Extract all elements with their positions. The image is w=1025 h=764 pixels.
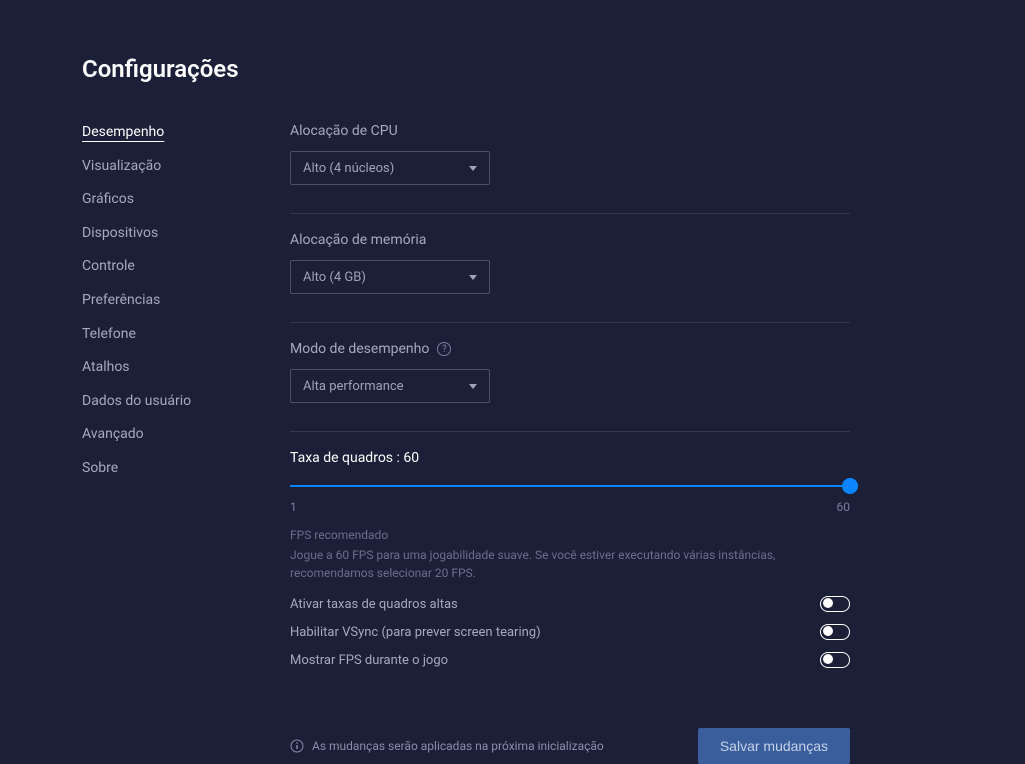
- page-title: Configurações: [82, 55, 945, 83]
- fps-reco-title: FPS recomendado: [290, 528, 850, 542]
- perfmode-label: Modo de desempenho: [290, 341, 429, 357]
- divider: [290, 322, 850, 323]
- sidebar: Desempenho Visualização Gráficos Disposi…: [82, 123, 232, 764]
- chevron-down-icon: [469, 384, 477, 389]
- toggle-knob: [823, 598, 833, 608]
- sidebar-item-controle[interactable]: Controle: [82, 257, 232, 277]
- fps-max: 60: [837, 500, 851, 514]
- toggle-knob: [823, 626, 833, 636]
- toggle-high-fps-label: Ativar taxas de quadros altas: [290, 597, 458, 612]
- memory-select[interactable]: Alto (4 GB): [290, 260, 490, 294]
- slider-track: [290, 485, 850, 487]
- toggle-vsync-label: Habilitar VSync (para prever screen tear…: [290, 625, 541, 640]
- chevron-down-icon: [469, 275, 477, 280]
- sidebar-item-preferencias[interactable]: Preferências: [82, 291, 232, 311]
- sidebar-item-dados-usuario[interactable]: Dados do usuário: [82, 392, 232, 412]
- divider: [290, 431, 850, 432]
- toggle-show-fps[interactable]: [820, 652, 850, 668]
- toggle-show-fps-label: Mostrar FPS durante o jogo: [290, 653, 448, 668]
- sidebar-item-dispositivos[interactable]: Dispositivos: [82, 224, 232, 244]
- divider: [290, 213, 850, 214]
- chevron-down-icon: [469, 166, 477, 171]
- memory-label: Alocação de memória: [290, 232, 850, 248]
- slider-thumb[interactable]: [842, 478, 858, 494]
- cpu-select[interactable]: Alto (4 núcleos): [290, 151, 490, 185]
- toggle-knob: [823, 654, 833, 664]
- toggle-high-fps[interactable]: [820, 596, 850, 612]
- sidebar-item-graficos[interactable]: Gráficos: [82, 190, 232, 210]
- sidebar-item-atalhos[interactable]: Atalhos: [82, 358, 232, 378]
- perfmode-select-value: Alta performance: [303, 379, 404, 394]
- fps-label: Taxa de quadros : 60: [290, 450, 850, 466]
- footer-note-text: As mudanças serão aplicadas na próxima i…: [312, 739, 604, 753]
- info-icon: [290, 739, 304, 753]
- help-icon[interactable]: ?: [437, 342, 451, 356]
- sidebar-item-avancado[interactable]: Avançado: [82, 425, 232, 445]
- save-button[interactable]: Salvar mudanças: [698, 728, 850, 764]
- sidebar-item-visualizacao[interactable]: Visualização: [82, 157, 232, 177]
- perfmode-select[interactable]: Alta performance: [290, 369, 490, 403]
- fps-slider[interactable]: [290, 476, 850, 496]
- fps-reco-text: Jogue a 60 FPS para uma jogabilidade sua…: [290, 546, 850, 582]
- cpu-select-value: Alto (4 núcleos): [303, 161, 394, 176]
- cpu-label: Alocação de CPU: [290, 123, 850, 139]
- memory-select-value: Alto (4 GB): [303, 270, 366, 285]
- main-panel: Alocação de CPU Alto (4 núcleos) Alocaçã…: [290, 123, 850, 764]
- sidebar-item-sobre[interactable]: Sobre: [82, 459, 232, 479]
- sidebar-item-desempenho[interactable]: Desempenho: [82, 123, 232, 143]
- sidebar-item-telefone[interactable]: Telefone: [82, 325, 232, 345]
- toggle-vsync[interactable]: [820, 624, 850, 640]
- fps-min: 1: [290, 500, 297, 514]
